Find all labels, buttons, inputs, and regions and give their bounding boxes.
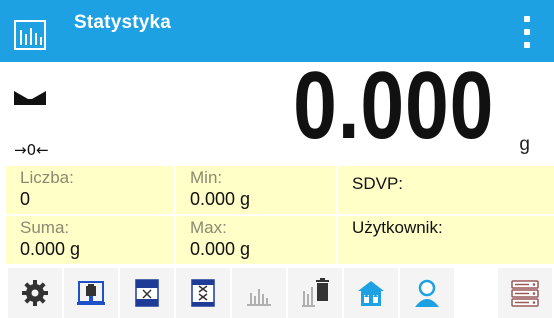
settings-button[interactable] xyxy=(8,268,62,318)
user-icon xyxy=(415,279,439,307)
count-cell: Liczba: 0 xyxy=(6,166,174,214)
statistics-button[interactable] xyxy=(232,268,286,318)
sum-label: Suma: xyxy=(20,218,70,237)
min-value: 0.000 g xyxy=(190,189,251,209)
min-cell: Min: 0.000 g xyxy=(176,166,336,214)
weight-display: →0← 0.000 g xyxy=(0,58,554,166)
max-label: Max: xyxy=(190,218,227,237)
home-button[interactable] xyxy=(344,268,398,318)
sdvp-label: SDVP: xyxy=(352,174,404,193)
sum-value: 0.000 g xyxy=(20,239,81,259)
tare-icon xyxy=(77,281,105,305)
database-icon xyxy=(511,280,539,307)
user-cell: Użytkownik: xyxy=(338,216,554,264)
max-value: 0.000 g xyxy=(190,239,251,259)
sdvp-cell: SDVP: xyxy=(338,166,554,214)
bottom-toolbar xyxy=(0,268,554,318)
delete-record-icon xyxy=(191,279,215,307)
delete-record-button[interactable] xyxy=(176,268,230,318)
weight-value: 0.000 xyxy=(292,52,494,159)
vertical-dots-icon[interactable] xyxy=(522,16,532,48)
count-label: Liczba: xyxy=(20,168,74,187)
page-title: Statystyka xyxy=(74,12,172,33)
record-icon xyxy=(135,279,159,307)
statistics-icon xyxy=(247,289,271,306)
count-value: 0 xyxy=(20,189,31,209)
home-icon xyxy=(358,281,384,306)
statistics-panel: Liczba: 0 Suma: 0.000 g Min: 0.000 g Max… xyxy=(0,166,554,266)
settings-icon xyxy=(22,280,48,306)
statistics-icon[interactable] xyxy=(14,20,46,50)
weight-unit: g xyxy=(519,134,530,155)
stability-marker-icon xyxy=(14,91,46,105)
min-label: Min: xyxy=(190,168,223,187)
tare-button[interactable] xyxy=(64,268,118,318)
clear-statistics-icon xyxy=(302,278,329,307)
user-label: Użytkownik: xyxy=(352,218,443,237)
sum-cell: Suma: 0.000 g xyxy=(6,216,174,264)
max-cell: Max: 0.000 g xyxy=(176,216,336,264)
clear-statistics-button[interactable] xyxy=(288,268,342,318)
zero-indicator: →0← xyxy=(14,141,49,159)
database-button[interactable] xyxy=(498,268,552,318)
record-button[interactable] xyxy=(120,268,174,318)
user-button[interactable] xyxy=(400,268,454,318)
